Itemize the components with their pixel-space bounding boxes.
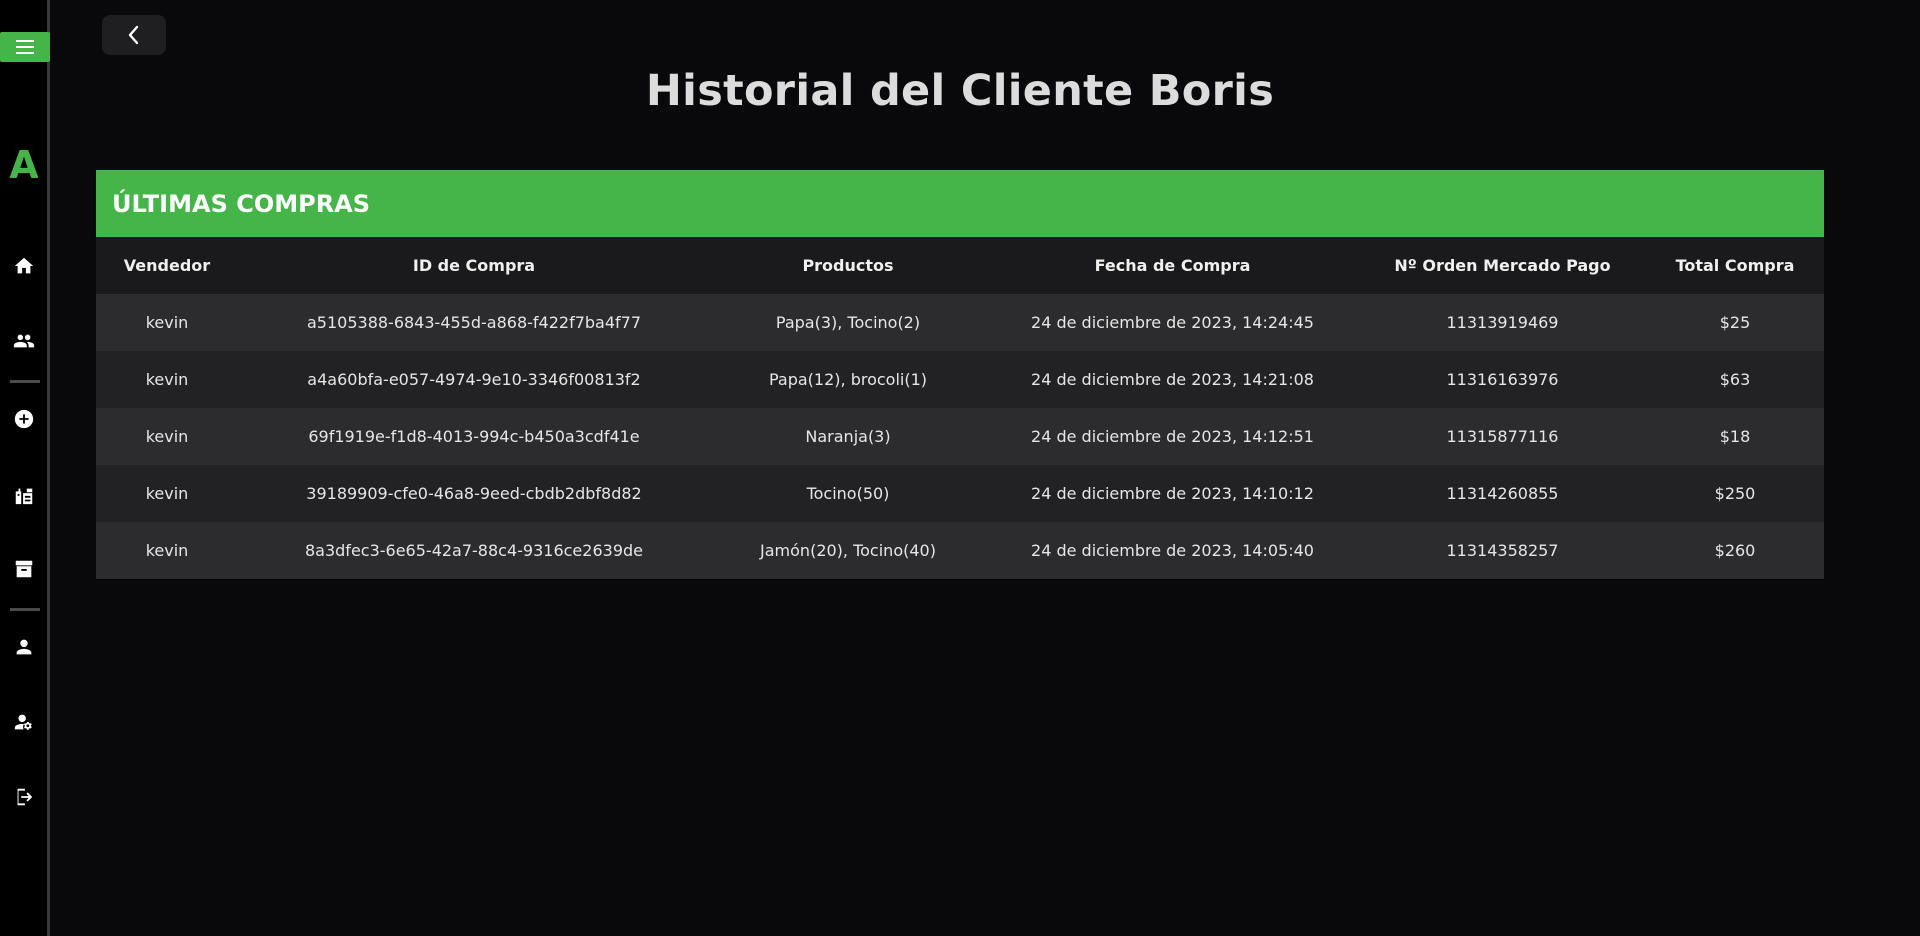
column-header-id[interactable]: ID de Compra: [238, 237, 710, 294]
app-logo: A: [9, 143, 39, 187]
cell-productos: Naranja(3): [805, 427, 891, 446]
column-header-orden[interactable]: Nº Orden Mercado Pago: [1359, 237, 1646, 294]
cell-total: $63: [1719, 370, 1751, 389]
archive-icon: [15, 560, 33, 578]
column-header-total[interactable]: Total Compra: [1646, 237, 1824, 294]
cell-orden: 11314260855: [1446, 484, 1559, 503]
nav-home[interactable]: [11, 253, 37, 279]
cell-total: $260: [1714, 541, 1756, 560]
back-button[interactable]: [102, 15, 166, 55]
cell-fecha: 24 de diciembre de 2023, 14:21:08: [1031, 370, 1314, 389]
cell-productos: Jamón(20), Tocino(40): [760, 541, 936, 560]
cell-orden: 11314358257: [1446, 541, 1559, 560]
nav-products[interactable]: [11, 482, 37, 508]
nav-user-settings[interactable]: [11, 709, 37, 735]
purchases-header: ÚLTIMAS COMPRAS: [96, 170, 1824, 237]
logout-icon: [17, 788, 33, 806]
cell-id: 39189909-cfe0-46a8-9eed-cbdb2dbf8d82: [306, 484, 642, 503]
cell-vendedor: kevin: [145, 427, 189, 446]
chevron-left-icon: [128, 25, 139, 45]
sidebar-divider: [10, 608, 40, 611]
cell-fecha: 24 de diciembre de 2023, 14:24:45: [1031, 313, 1314, 332]
cell-total: $18: [1719, 427, 1751, 446]
add-circle-icon: [14, 409, 34, 429]
nav-user[interactable]: [11, 634, 37, 660]
menu-toggle-button[interactable]: [0, 32, 50, 62]
cell-id: 8a3dfec3-6e65-42a7-88c4-9316ce2639de: [304, 541, 643, 560]
cell-fecha: 24 de diciembre de 2023, 14:10:12: [1031, 484, 1314, 503]
home-icon: [14, 257, 34, 274]
cell-id: 69f1919e-f1d8-4013-994c-b450a3cdf41e: [308, 427, 640, 446]
user-icon: [16, 639, 32, 655]
column-header-productos[interactable]: Productos: [710, 237, 986, 294]
clients-icon: [13, 334, 35, 348]
cell-vendedor: kevin: [145, 541, 189, 560]
cell-productos: Papa(3), Tocino(2): [775, 313, 921, 332]
cell-vendedor: kevin: [145, 370, 189, 389]
column-header-vendedor[interactable]: Vendedor: [96, 237, 238, 294]
table-row[interactable]: kevin 8a3dfec3-6e65-42a7-88c4-9316ce2639…: [96, 522, 1824, 579]
cell-id: a5105388-6843-455d-a868-f422f7ba4f77: [306, 313, 642, 332]
cell-total: $250: [1714, 484, 1756, 503]
nav-clients[interactable]: [11, 328, 37, 354]
purchases-table: Vendedor ID de Compra Productos Fecha de…: [96, 237, 1824, 579]
cell-id: a4a60bfa-e057-4974-9e10-3346f00813f2: [307, 370, 641, 389]
table-row[interactable]: kevin 69f1919e-f1d8-4013-994c-b450a3cdf4…: [96, 408, 1824, 465]
hamburger-icon: [16, 40, 34, 54]
nav-archive[interactable]: [11, 556, 37, 582]
cell-productos: Papa(12), brocoli(1): [768, 370, 928, 389]
cell-fecha: 24 de diciembre de 2023, 14:05:40: [1031, 541, 1314, 560]
nav-add[interactable]: [11, 406, 37, 432]
cell-fecha: 24 de diciembre de 2023, 14:12:51: [1031, 427, 1314, 446]
cell-orden: 11315877116: [1446, 427, 1559, 446]
cell-productos: Tocino(50): [806, 484, 890, 503]
cell-vendedor: kevin: [145, 484, 189, 503]
column-header-fecha[interactable]: Fecha de Compra: [986, 237, 1359, 294]
table-row[interactable]: kevin a4a60bfa-e057-4974-9e10-3346f00813…: [96, 351, 1824, 408]
cell-orden: 11316163976: [1446, 370, 1559, 389]
cell-orden: 11313919469: [1446, 313, 1559, 332]
table-row[interactable]: kevin 39189909-cfe0-46a8-9eed-cbdb2dbf8d…: [96, 465, 1824, 522]
purchases-card: ÚLTIMAS COMPRAS Vendedor ID de Compra Pr…: [96, 170, 1824, 579]
table-header-row: Vendedor ID de Compra Productos Fecha de…: [96, 237, 1824, 294]
nav-logout[interactable]: [11, 784, 37, 810]
user-settings-icon: [14, 714, 32, 730]
cell-total: $25: [1719, 313, 1751, 332]
products-icon: [15, 488, 33, 505]
table-row[interactable]: kevin a5105388-6843-455d-a868-f422f7ba4f…: [96, 294, 1824, 351]
cell-vendedor: kevin: [145, 313, 189, 332]
sidebar-divider: [10, 380, 40, 383]
page-title: Historial del Cliente Boris: [645, 66, 1275, 116]
sidebar: A: [0, 0, 50, 936]
